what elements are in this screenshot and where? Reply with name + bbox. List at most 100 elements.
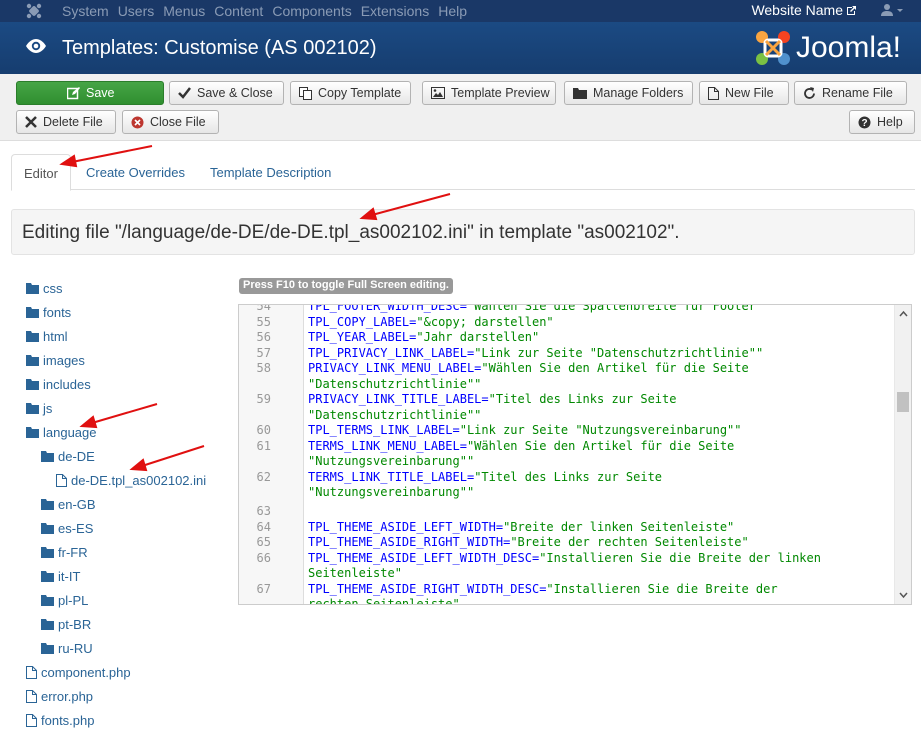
code-text: TPL_FOOTER_WIDTH_DESC="Wählen Sie die Sp… [308,304,763,315]
topnav-item-extensions[interactable]: Extensions [361,3,429,19]
code-key: TPL_FOOTER_WIDTH_DESC [308,304,460,313]
tree-item-label: es-ES [58,520,94,536]
code-key: TPL_THEME_ASIDE_RIGHT_WIDTH_DESC [308,581,540,596]
folder-icon [41,594,54,606]
code-key: TPL_YEAR_LABEL [308,330,410,344]
topnav-item-users[interactable]: Users [118,3,155,19]
code-value: "Link zur Seite "Datenschutzrichtlinie"" [474,345,764,360]
tree-folder[interactable]: images [26,350,85,370]
new-file-button[interactable]: New File [699,81,789,105]
tree-folder[interactable]: language [26,422,97,442]
line-number: 65 [256,535,271,549]
page-header: Templates: Customise (AS 002102) Joomla! [0,22,921,74]
tree-folder[interactable]: js [26,398,52,418]
user-icon[interactable] [881,3,903,20]
scrollbar-thumb[interactable] [897,392,909,412]
code-text: TERMS_LINK_MENU_LABEL="Wählen Sie den Ar… [308,438,735,453]
tree-item-label: images [43,352,85,368]
image-icon [431,87,445,99]
tree-file[interactable]: component.php [26,662,131,682]
topnav-item-help[interactable]: Help [438,3,467,19]
copy-template-button[interactable]: Copy Template [290,81,411,105]
tree-item-label: language [43,424,97,440]
code-text: TPL_PRIVACY_LINK_LABEL="Link zur Seite "… [308,345,764,360]
folder-icon [26,330,39,342]
cancel-icon [131,116,144,128]
topnav-item-system[interactable]: System [62,3,109,19]
code-key: TERMS_LINK_TITLE_LABEL [308,469,467,484]
code-text: "Nutzungsvereinbarung"" [308,485,474,501]
toolbar: Save Save & Close Copy Template Template… [0,74,921,141]
tree-folder[interactable]: es-ES [41,518,93,538]
topnav-item-components[interactable]: Components [272,3,351,19]
fullscreen-hint: Press F10 to toggle Full Screen editing. [239,278,453,294]
tree-folder[interactable]: css [26,278,63,298]
tab-editor[interactable]: Editor [11,154,71,191]
help-button[interactable]: ? Help [849,110,915,134]
tree-item-label: fonts [43,304,72,320]
code-value: "Breite der rechten Seitenleiste" [510,535,749,549]
tree-item-label: de-DE [58,448,95,464]
tree-folder[interactable]: pt-BR [41,614,91,634]
folder-icon [41,522,54,534]
top-navbar: System Users Menus Content Components Extensi… [0,0,921,22]
tree-file[interactable]: fonts.php [26,710,95,730]
line-number: 56 [256,330,271,344]
line-number: 55 [256,314,271,329]
file-icon [708,86,719,100]
code-value: "Datenschutzrichtlinie"" [308,376,482,391]
rename-file-button[interactable]: Rename File [794,81,907,105]
tree-item-label: component.php [41,664,131,680]
edit-icon [67,86,80,99]
save-button[interactable]: Save [16,81,164,105]
template-preview-button[interactable]: Template Preview [422,81,556,105]
tree-folder[interactable]: en-GB [41,494,96,514]
tree-folder[interactable]: fr-FR [41,542,88,562]
tree-item-label: html [43,328,68,344]
line-number: 64 [256,519,271,534]
code-key: TPL_PRIVACY_LINK_LABEL [308,345,467,360]
tree-folder[interactable]: html [26,326,68,346]
code-text: TPL_THEME_ASIDE_LEFT_WIDTH_DESC="Install… [308,550,821,565]
editor-scrollbar[interactable] [894,305,911,604]
joomla-menu-icon[interactable] [26,3,42,22]
tree-item-label: ru-RU [58,640,93,656]
tab-create-overrides[interactable]: Create Overrides [74,154,197,190]
close-file-button[interactable]: Close File [122,110,219,134]
code-text: TPL_YEAR_LABEL="Jahr darstellen" [308,330,540,344]
scroll-down-icon[interactable] [896,588,911,602]
line-number: 63 [256,504,271,518]
topnav-item-menus[interactable]: Menus [163,3,205,19]
code-value: Seitenleiste" [308,566,402,580]
code-text: "Nutzungsvereinbarung"" [308,454,474,470]
manage-folders-button[interactable]: Manage Folders [564,81,693,105]
tree-file[interactable]: error.php [26,686,93,706]
line-number: 54 [256,304,271,313]
code-editor[interactable]: 54 TPL_FOOTER_WIDTH_DESC="Wählen Sie die … [238,304,912,605]
line-number: 67 [256,581,271,596]
tree-folder[interactable]: includes [26,374,91,394]
site-link[interactable]: Website Name [751,2,857,18]
tree-folder[interactable]: ru-RU [41,638,93,658]
delete-file-button[interactable]: Delete File [16,110,116,134]
tree-folder[interactable]: pl-PL [41,590,88,610]
tree-folder[interactable]: it-IT [41,566,80,586]
file-icon [26,665,37,679]
save-close-button[interactable]: Save & Close [169,81,284,105]
scroll-up-icon[interactable] [896,307,911,321]
code-value: "Breite der linken Seitenleiste" [503,519,735,534]
joomla-logo-icon [755,31,790,65]
tree-folder[interactable]: fonts [26,302,71,322]
tree-folder[interactable]: de-DE [41,446,95,466]
folder-icon [41,546,54,558]
line-number: 60 [256,423,271,437]
code-value: "Nutzungsvereinbarung"" [308,454,475,468]
code-text: TPL_THEME_ASIDE_RIGHT_WIDTH_DESC="Instal… [308,581,778,596]
tree-item-label: it-IT [58,568,81,584]
code-key: TPL_TERMS_LINK_LABEL [308,423,453,437]
topnav-item-content[interactable]: Content [214,3,263,19]
tab-template-description[interactable]: Template Description [198,154,343,190]
line-number: 59 [256,392,271,406]
line-number: 66 [256,550,271,565]
tree-file[interactable]: de-DE.tpl_as002102.ini [56,470,206,490]
